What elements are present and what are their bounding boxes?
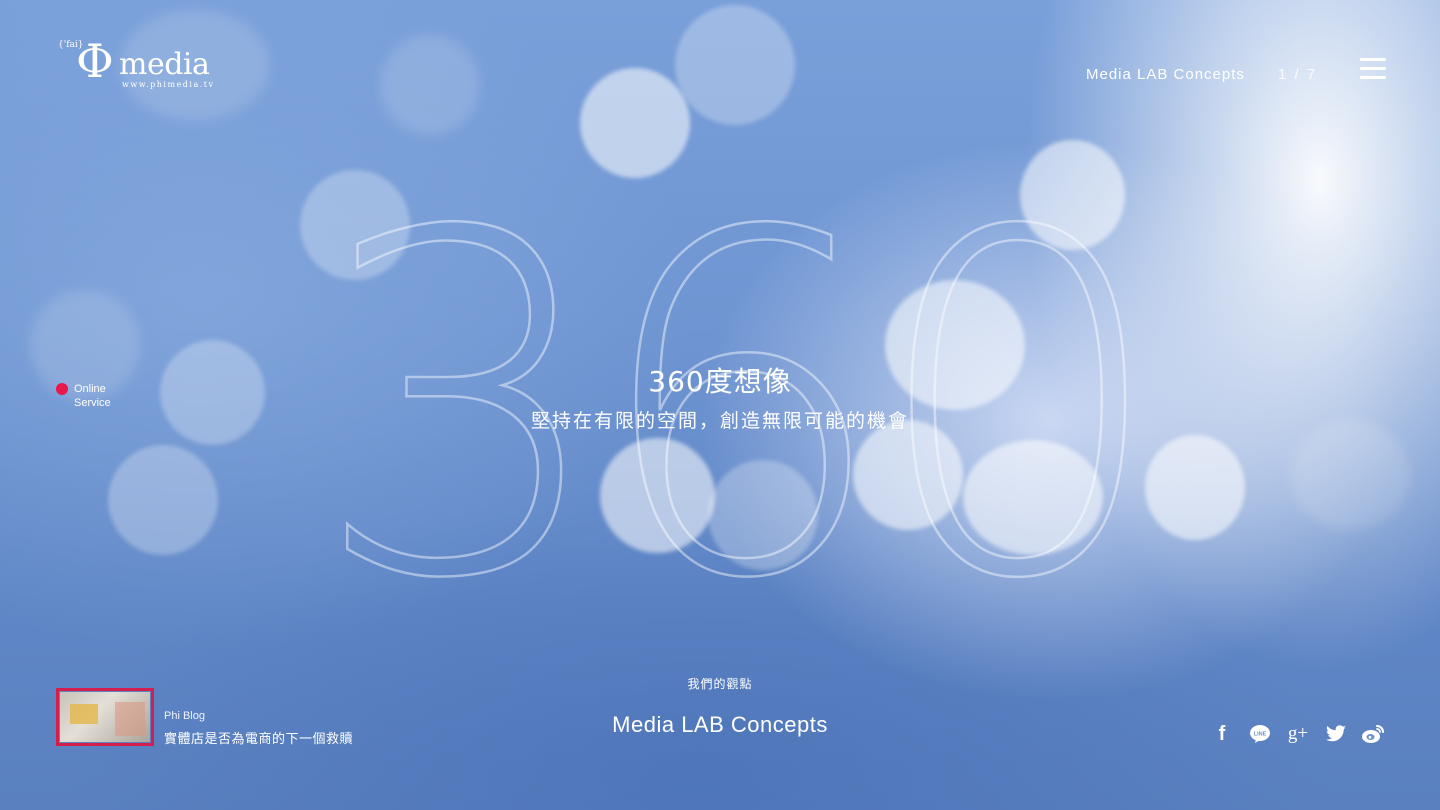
- logo-url: www.phimedia.tv: [122, 80, 215, 89]
- bokeh-light: [1290, 420, 1410, 530]
- google-plus-icon[interactable]: g+: [1286, 722, 1310, 746]
- menu-bar: [1360, 76, 1386, 79]
- logo-wordmark: media: [119, 47, 210, 82]
- online-status-dot: [56, 383, 68, 395]
- online-service-label-line1: Online: [74, 383, 106, 395]
- bokeh-light: [380, 35, 480, 135]
- menu-bar: [1360, 67, 1386, 70]
- hero-headline: 360度想像: [648, 365, 792, 398]
- phi-symbol-icon: Φ: [76, 34, 114, 88]
- online-service-label-line2: Service: [74, 397, 111, 409]
- line-icon-text: LINE: [1254, 732, 1267, 738]
- menu-bar: [1360, 58, 1386, 61]
- bokeh-light: [675, 5, 795, 125]
- section-caption: 我們的觀點: [687, 677, 753, 691]
- phimedia-logo[interactable]: {'fai} Φ media www.phimedia.tv: [56, 34, 216, 100]
- nav-media-lab-link[interactable]: Media LAB Concepts: [1086, 66, 1245, 83]
- online-service-label: Online Service: [74, 382, 134, 410]
- weibo-icon[interactable]: [1360, 722, 1386, 746]
- hamburger-icon[interactable]: [1360, 58, 1386, 82]
- twitter-icon[interactable]: [1324, 722, 1348, 746]
- bokeh-light: [108, 445, 218, 555]
- slide-pager: 1 / 7: [1278, 66, 1318, 83]
- hero-subline: 堅持在有限的空間，創造無限可能的機會: [530, 410, 909, 432]
- line-icon[interactable]: LINE: [1248, 722, 1272, 746]
- facebook-icon[interactable]: f: [1212, 722, 1232, 746]
